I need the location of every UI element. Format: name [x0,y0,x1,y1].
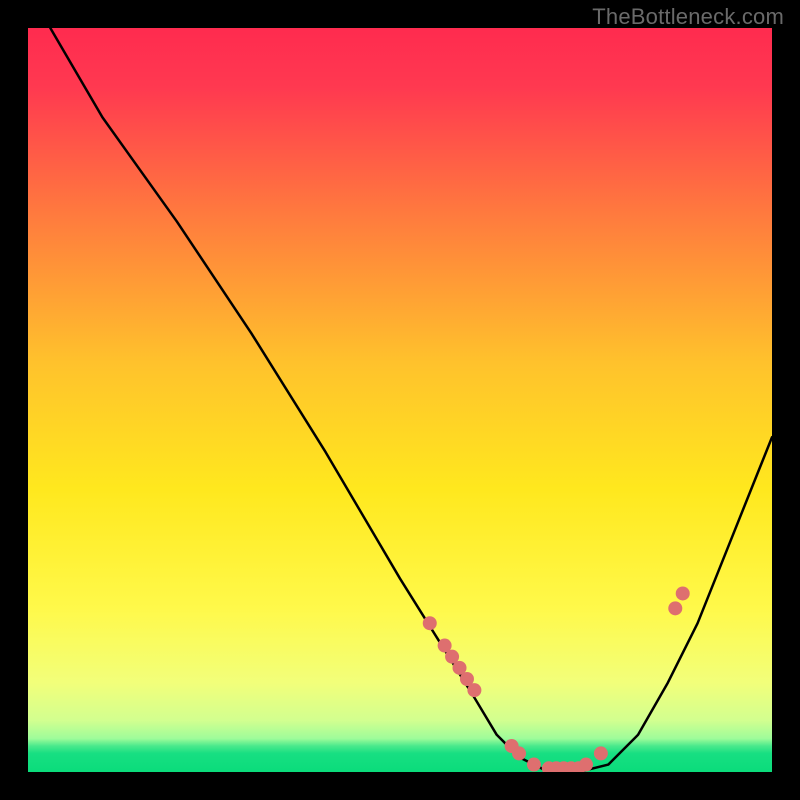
watermark-text: TheBottleneck.com [592,4,784,30]
marker-point [594,746,608,760]
chart-svg [28,28,772,772]
marker-point [467,683,481,697]
chart-background [28,28,772,772]
marker-point [512,746,526,760]
marker-point [668,601,682,615]
chart-frame: TheBottleneck.com [0,0,800,800]
marker-point [423,616,437,630]
marker-point [527,758,541,772]
marker-point [579,758,593,772]
marker-point [676,586,690,600]
chart-plot-area [28,28,772,772]
